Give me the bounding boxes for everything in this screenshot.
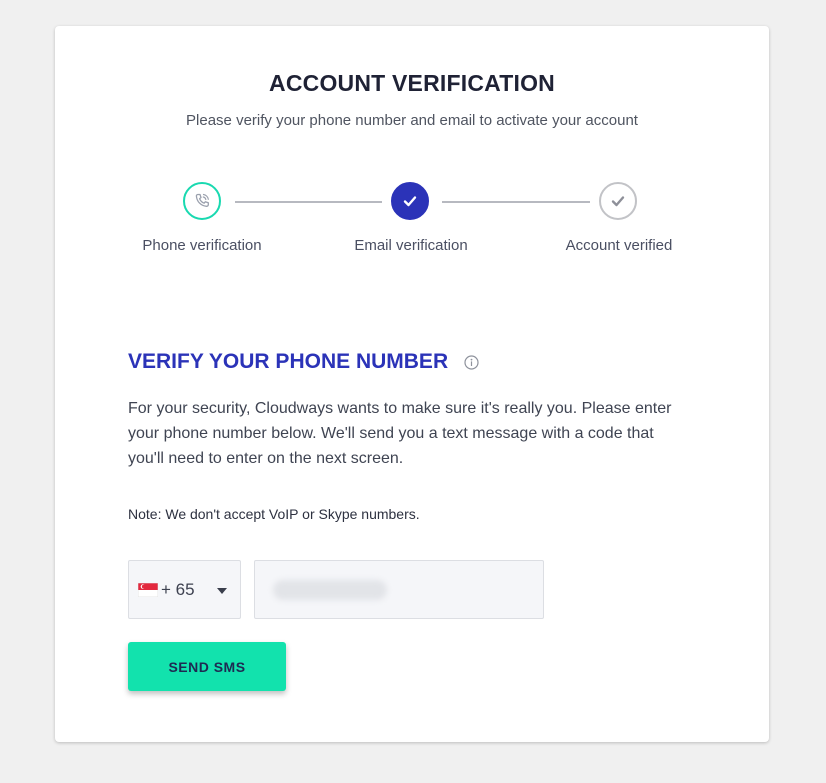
phone-number-input[interactable] bbox=[254, 560, 544, 619]
check-icon bbox=[402, 193, 418, 209]
stepper-connector bbox=[442, 201, 590, 203]
section-title: VERIFY YOUR PHONE NUMBER bbox=[128, 350, 449, 373]
step-account-verified bbox=[599, 182, 637, 220]
check-icon bbox=[610, 193, 626, 209]
dial-code: + 65 bbox=[161, 579, 195, 599]
step-email-verification bbox=[391, 182, 429, 220]
chevron-down-icon bbox=[217, 588, 227, 594]
send-sms-button[interactable]: SEND SMS bbox=[128, 642, 286, 691]
section-description: For your security, Cloudways wants to ma… bbox=[128, 400, 672, 467]
country-code-select[interactable]: + 65 bbox=[128, 560, 241, 619]
section-heading: VERIFY YOUR PHONE NUMBER bbox=[128, 350, 479, 374]
phone-icon bbox=[192, 191, 212, 211]
verification-card: ACCOUNT VERIFICATION Please verify your … bbox=[55, 26, 769, 742]
stepper-connector bbox=[235, 201, 382, 203]
step-label-phone: Phone verification bbox=[142, 237, 262, 254]
step-phone-verification bbox=[183, 182, 221, 220]
singapore-flag-icon bbox=[138, 582, 158, 597]
step-label-verified: Account verified bbox=[565, 237, 673, 254]
redacted-phone-value bbox=[273, 580, 387, 600]
voip-note: Note: We don't accept VoIP or Skype numb… bbox=[128, 506, 420, 522]
info-icon[interactable] bbox=[464, 354, 479, 370]
step-label-email: Email verification bbox=[354, 237, 468, 254]
verification-stepper: Phone verification Email verification Ac… bbox=[55, 26, 769, 286]
